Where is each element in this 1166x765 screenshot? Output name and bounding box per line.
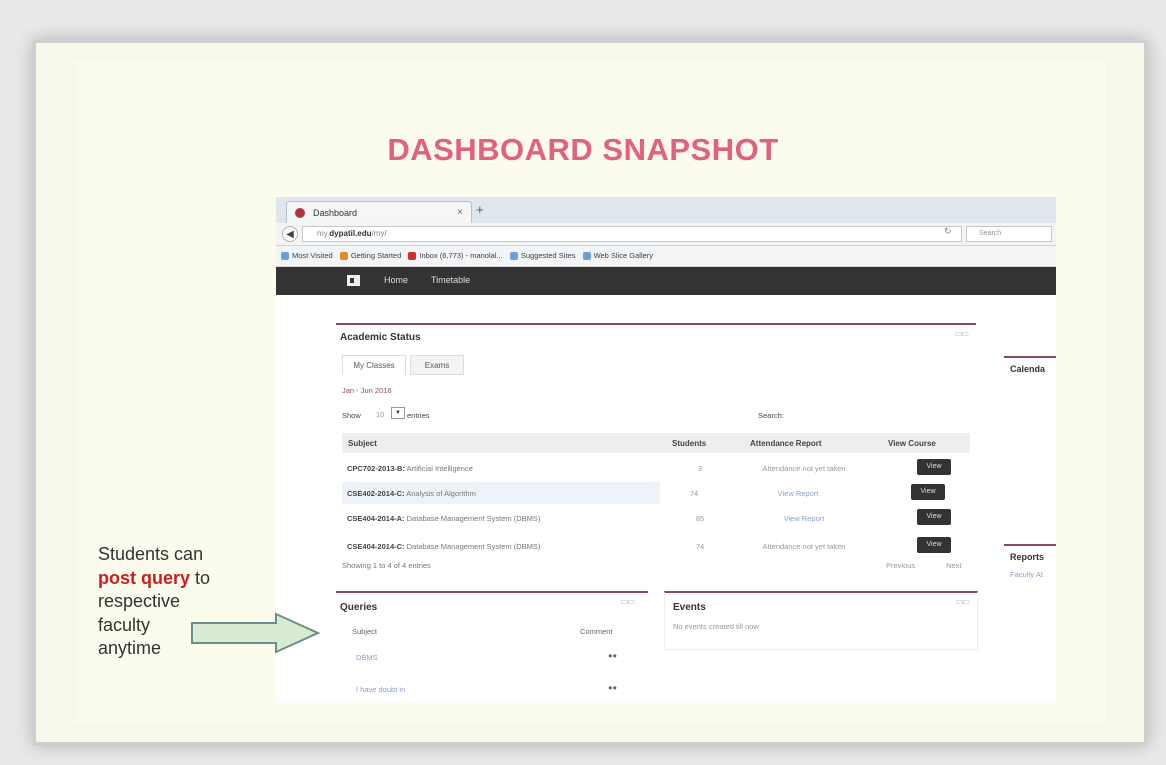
table-row: CSE404-2014-C: Database Management Syste…: [342, 535, 970, 557]
table-row: CPC702-2013-B: Artificial Intelligence 3…: [342, 457, 970, 479]
table-header: Subject Students Attendance Report View …: [342, 433, 970, 453]
tab-my-classes[interactable]: My Classes: [342, 355, 406, 375]
nav-home[interactable]: Home: [384, 275, 408, 285]
panel-title: Queries: [340, 602, 378, 613]
caption-highlight: post query: [98, 567, 191, 588]
queries-column-comment: Comment: [580, 627, 613, 636]
chevron-down-icon[interactable]: ▼: [391, 407, 405, 419]
bookmark-web-slice-gallery[interactable]: Web Slice Gallery: [582, 246, 653, 266]
table-row: CSE404-2014-A: Database Management Syste…: [342, 507, 970, 529]
back-icon[interactable]: ◀: [282, 226, 298, 242]
calendar-panel: Calenda: [1004, 356, 1056, 418]
panel-title: Reports: [1010, 552, 1045, 562]
address-bar: ◀ my.dypatil.edu/my/ ↻ Search: [276, 223, 1056, 246]
view-course-button[interactable]: View: [911, 484, 945, 500]
bookmark-getting-started[interactable]: Getting Started: [339, 246, 401, 266]
column-subject[interactable]: Subject: [348, 439, 377, 448]
close-tab-icon[interactable]: ×: [457, 202, 463, 224]
previous-page-button[interactable]: Previous: [886, 561, 915, 570]
query-link[interactable]: DBMS: [356, 653, 378, 662]
panel-tools-icon[interactable]: ▭▭: [956, 597, 970, 606]
panel-tools-icon[interactable]: ▭▭: [955, 329, 969, 338]
bookmark-icon: [281, 252, 289, 261]
bookmark-inbox[interactable]: Inbox (6,773) - manolal...: [408, 246, 503, 266]
ie-icon: [509, 252, 518, 261]
view-report-link[interactable]: View Report: [734, 514, 874, 523]
view-course-button[interactable]: View: [917, 459, 951, 475]
column-view-course[interactable]: View Course: [888, 439, 936, 448]
view-course-button[interactable]: View: [917, 509, 951, 525]
browser-tab[interactable]: Dashboard ×: [286, 201, 472, 223]
nav-timetable[interactable]: Timetable: [431, 275, 470, 285]
firefox-icon: [339, 252, 348, 261]
tab-exams[interactable]: Exams: [410, 355, 464, 375]
panel-title: Events: [673, 602, 706, 613]
academic-status-panel: Academic Status ▭▭ My Classes Exams Jan …: [336, 323, 976, 583]
new-tab-icon[interactable]: +: [476, 202, 484, 217]
dashboard-screenshot: Dashboard × + ◀ my.dypatil.edu/my/ ↻ Sea…: [276, 197, 1056, 703]
events-empty-message: No events created till now: [673, 622, 759, 631]
query-link[interactable]: I have doubt in: [356, 685, 405, 694]
reports-panel: Reports Faculty At: [1004, 544, 1056, 586]
ie-icon: [582, 252, 591, 261]
queries-panel: Queries ▭▭ Subject Comment DBMS ●● I hav…: [336, 591, 648, 703]
panel-title: Academic Status: [340, 332, 421, 343]
bookmark-suggested-sites[interactable]: Suggested Sites: [509, 246, 575, 266]
reports-link[interactable]: Faculty At: [1010, 570, 1043, 579]
tab-title: Dashboard: [313, 208, 358, 218]
comment-icon[interactable]: ●●: [608, 683, 617, 692]
right-arrow-icon: [191, 612, 321, 654]
browser-tab-bar: Dashboard × +: [276, 197, 1056, 223]
panel-tools-icon[interactable]: ▭▭: [621, 597, 635, 606]
entries-label: entries: [407, 411, 430, 420]
slide-title: DASHBOARD SNAPSHOT: [387, 132, 779, 167]
queries-column-subject: Subject: [352, 627, 378, 636]
site-favicon-icon: [295, 208, 305, 218]
search-label: Search:: [758, 411, 784, 420]
url-field[interactable]: my.dypatil.edu/my/: [302, 226, 962, 242]
bookmarks-bar: Most Visited Getting Started Inbox (6,77…: [276, 246, 1056, 267]
browser-search-input[interactable]: Search: [966, 226, 1052, 242]
entries-select-value[interactable]: 10: [376, 410, 384, 419]
site-navbar: Home Timetable: [276, 267, 1056, 295]
showing-entries-label: Showing 1 to 4 of 4 entries: [342, 561, 431, 570]
events-panel: Events ▭▭ No events created till now: [664, 591, 978, 650]
view-report-link[interactable]: View Report: [728, 489, 868, 498]
show-label: Show: [342, 411, 361, 420]
comment-icon[interactable]: ●●: [608, 651, 617, 660]
column-attendance-report[interactable]: Attendance Report: [750, 439, 822, 448]
reload-icon[interactable]: ↻: [944, 226, 952, 237]
panel-title: Calenda: [1010, 364, 1046, 374]
next-page-button[interactable]: Next: [946, 561, 961, 570]
term-label: Jan - Jun 2016: [342, 386, 392, 395]
menu-toggle-icon[interactable]: [347, 275, 360, 286]
column-students[interactable]: Students: [672, 439, 706, 448]
gmail-icon: [408, 252, 417, 261]
table-row: CSE402-2014-C: Analysis of Algorithm: [342, 482, 660, 504]
bookmark-most-visited[interactable]: Most Visited: [281, 246, 333, 266]
view-course-button[interactable]: View: [917, 537, 951, 553]
